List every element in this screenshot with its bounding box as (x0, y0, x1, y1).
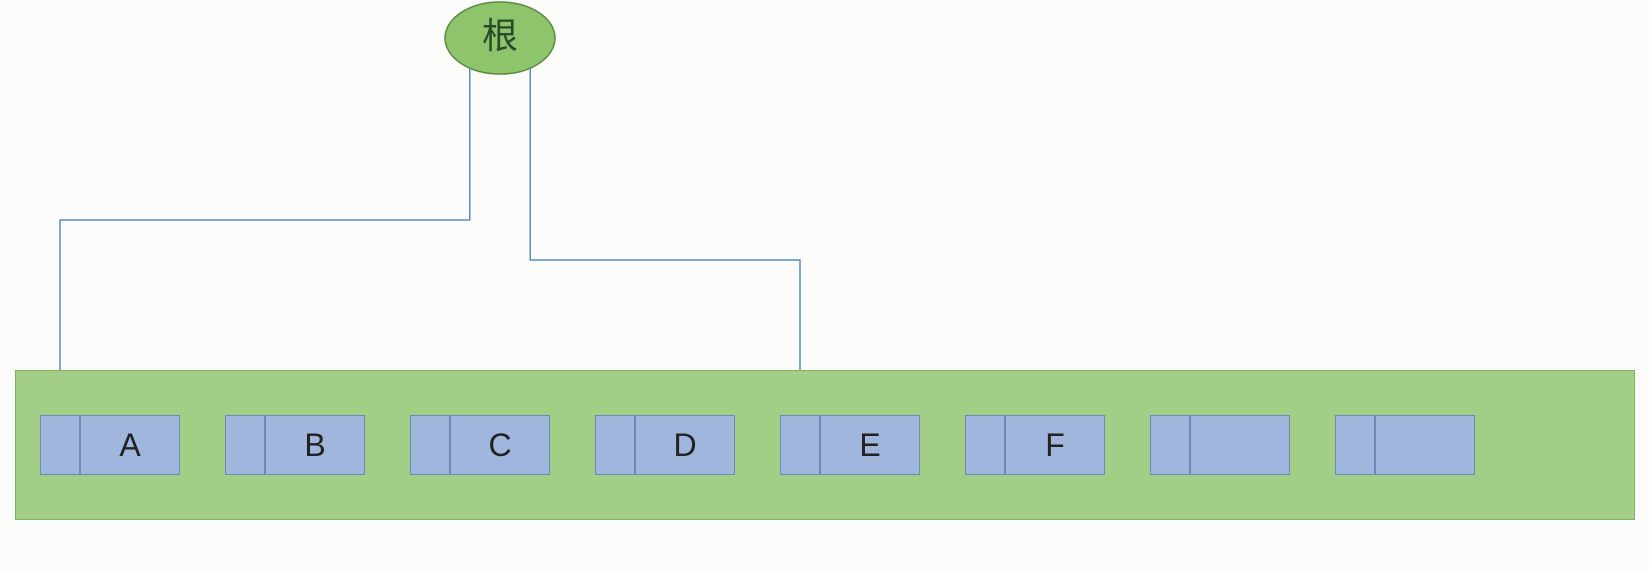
node-pointer-cell (780, 415, 820, 475)
node-pointer-cell (225, 415, 265, 475)
node-label-cell: C (450, 415, 550, 475)
node-label-cell: F (1005, 415, 1105, 475)
node-pointer-cell (410, 415, 450, 475)
node-5: F (965, 415, 1105, 475)
node-7 (1335, 415, 1475, 475)
node-label-cell: A (80, 415, 180, 475)
node-1: B (225, 415, 365, 475)
node-0: A (40, 415, 180, 475)
node-label-cell (1375, 415, 1475, 475)
node-pointer-cell (1150, 415, 1190, 475)
node-label-cell (1190, 415, 1290, 475)
node-pointer-cell (595, 415, 635, 475)
root-node-label: 根 (460, 18, 540, 58)
node-pointer-cell (965, 415, 1005, 475)
edge-root-to-node-4 (530, 68, 800, 415)
node-label-cell: D (635, 415, 735, 475)
node-3: D (595, 415, 735, 475)
node-label-cell: B (265, 415, 365, 475)
node-4: E (780, 415, 920, 475)
node-6 (1150, 415, 1290, 475)
node-2: C (410, 415, 550, 475)
edge-root-to-node-0 (60, 68, 470, 415)
node-pointer-cell (40, 415, 80, 475)
node-pointer-cell (1335, 415, 1375, 475)
node-label-cell: E (820, 415, 920, 475)
